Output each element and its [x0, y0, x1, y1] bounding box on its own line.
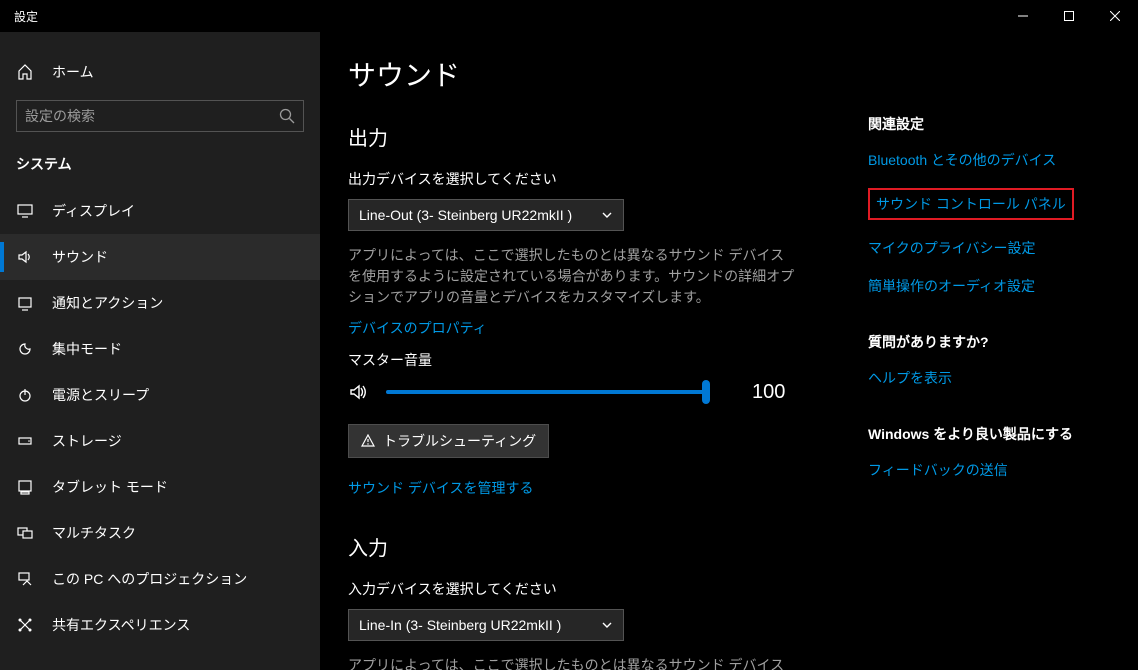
search-input[interactable] [25, 108, 279, 124]
sidebar-item-label: マルチタスク [52, 523, 304, 543]
chevron-down-icon [601, 209, 613, 221]
warning-icon [361, 434, 375, 448]
projection-icon [16, 571, 34, 587]
master-volume-slider[interactable] [386, 380, 706, 404]
shared-icon [16, 617, 34, 633]
sidebar-item-projection[interactable]: この PC へのプロジェクション [0, 556, 320, 602]
speaker-icon [16, 249, 34, 265]
search-icon [279, 108, 295, 124]
maximize-button[interactable] [1046, 0, 1092, 32]
minimize-button[interactable] [1000, 0, 1046, 32]
home-button[interactable]: ホーム [0, 52, 320, 92]
sidebar-item-label: ディスプレイ [52, 201, 304, 221]
input-device-value: Line-In (3- Steinberg UR22mkII ) [359, 617, 601, 633]
output-device-value: Line-Out (3- Steinberg UR22mkII ) [359, 207, 601, 223]
search-box[interactable] [16, 100, 304, 132]
focus-icon [16, 341, 34, 357]
notifications-icon [16, 295, 34, 311]
output-heading: 出力 [348, 122, 848, 151]
feedback-heading: Windows をより良い製品にする [868, 424, 1114, 444]
sidebar-item-focus[interactable]: 集中モード [0, 326, 320, 372]
sidebar-item-storage[interactable]: ストレージ [0, 418, 320, 464]
sidebar-item-display[interactable]: ディスプレイ [0, 188, 320, 234]
input-heading: 入力 [348, 532, 848, 561]
sidebar-item-label: 通知とアクション [52, 293, 304, 313]
question-heading: 質問がありますか? [868, 332, 1114, 352]
storage-icon [16, 433, 34, 449]
master-volume-label: マスター音量 [348, 350, 848, 370]
home-label: ホーム [52, 62, 94, 82]
sidebar: ホーム システム ディスプレイ サウンド [0, 32, 320, 670]
chevron-down-icon [601, 619, 613, 631]
home-icon [16, 64, 34, 80]
master-volume-value: 100 [752, 381, 785, 404]
sidebar-item-label: サウンド [52, 247, 304, 267]
window-title: 設定 [0, 8, 38, 25]
sidebar-item-notifications[interactable]: 通知とアクション [0, 280, 320, 326]
sidebar-item-label: この PC へのプロジェクション [52, 569, 304, 589]
input-select-label: 入力デバイスを選択してください [348, 579, 848, 599]
mic-privacy-link[interactable]: マイクのプライバシー設定 [868, 238, 1114, 258]
sidebar-item-label: 共有エクスペリエンス [52, 615, 304, 635]
output-select-label: 出力デバイスを選択してください [348, 169, 848, 189]
output-device-select[interactable]: Line-Out (3- Steinberg UR22mkII ) [348, 199, 624, 231]
input-device-select[interactable]: Line-In (3- Steinberg UR22mkII ) [348, 609, 624, 641]
sidebar-item-tablet[interactable]: タブレット モード [0, 464, 320, 510]
get-help-link[interactable]: ヘルプを表示 [868, 368, 1114, 388]
sidebar-item-label: ストレージ [52, 431, 304, 451]
close-icon [1110, 11, 1120, 21]
sidebar-item-multitask[interactable]: マルチタスク [0, 510, 320, 556]
sidebar-item-power[interactable]: 電源とスリープ [0, 372, 320, 418]
multitask-icon [16, 525, 34, 541]
slider-thumb[interactable] [702, 380, 710, 404]
volume-icon[interactable] [348, 382, 370, 402]
right-column: 関連設定 Bluetooth とその他のデバイス サウンド コントロール パネル… [868, 54, 1138, 670]
titlebar: 設定 [0, 0, 1138, 32]
manage-sound-devices-link[interactable]: サウンド デバイスを管理する [348, 478, 848, 498]
input-body-text: アプリによっては、ここで選択したものとは異なるサウンド デバイスを使用するよ [348, 655, 798, 670]
maximize-icon [1064, 11, 1074, 21]
feedback-link[interactable]: フィードバックの送信 [868, 460, 1114, 480]
ease-of-access-audio-link[interactable]: 簡単操作のオーディオ設定 [868, 276, 1114, 296]
minimize-icon [1018, 11, 1028, 21]
device-properties-link[interactable]: デバイスのプロパティ [348, 318, 848, 338]
close-button[interactable] [1092, 0, 1138, 32]
power-icon [16, 387, 34, 403]
display-icon [16, 203, 34, 219]
sidebar-item-shared[interactable]: 共有エクスペリエンス [0, 602, 320, 648]
highlight-box: サウンド コントロール パネル [868, 188, 1074, 220]
sound-control-panel-link[interactable]: サウンド コントロール パネル [876, 194, 1066, 214]
bluetooth-link[interactable]: Bluetooth とその他のデバイス [868, 150, 1114, 170]
sidebar-item-label: 集中モード [52, 339, 304, 359]
output-body-text: アプリによっては、ここで選択したものとは異なるサウンド デバイスを使用するように… [348, 245, 798, 308]
content: サウンド 出力 出力デバイスを選択してください Line-Out (3- Ste… [348, 54, 868, 670]
sidebar-item-label: タブレット モード [52, 477, 304, 497]
tablet-icon [16, 479, 34, 495]
category-label: システム [0, 146, 320, 188]
related-settings-heading: 関連設定 [868, 114, 1114, 134]
sidebar-item-sound[interactable]: サウンド [0, 234, 320, 280]
page-title: サウンド [348, 54, 848, 94]
troubleshoot-button[interactable]: トラブルシューティング [348, 424, 549, 458]
nav: ディスプレイ サウンド 通知とアクション 集中モード 電源とスリープ [0, 188, 320, 648]
sidebar-item-label: 電源とスリープ [52, 385, 304, 405]
troubleshoot-label: トラブルシューティング [383, 431, 536, 451]
